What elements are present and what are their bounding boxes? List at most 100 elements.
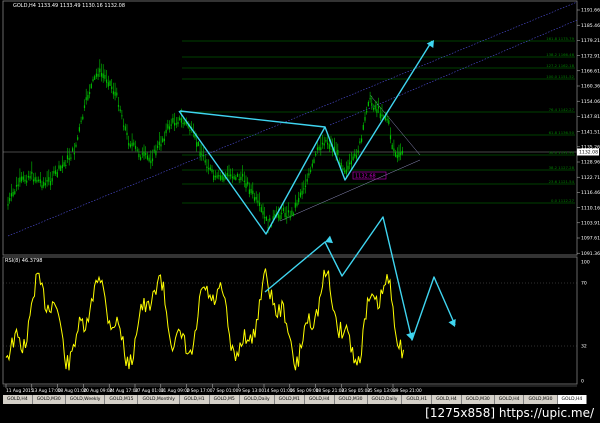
- price-candle-body: [87, 94, 89, 100]
- price-candle-body: [401, 150, 403, 154]
- price-candle-body: [361, 138, 363, 142]
- rsi-axis-label: 0: [581, 379, 584, 385]
- chart-tabs-bar: GOLD,H4 GOLD,M30 GOLD,Weekly GOLD,M15 GOLD,M…: [3, 395, 588, 404]
- chart-tab[interactable]: GOLD,H4: [304, 395, 335, 404]
- price-candle-body: [281, 213, 283, 215]
- chart-tab[interactable]: GOLD,M1: [274, 395, 305, 404]
- fibonacci-level-label: 100.0 1151.52: [546, 74, 574, 79]
- price-candle-body: [65, 164, 67, 166]
- price-candle-body: [123, 125, 125, 127]
- price-candle-body: [396, 155, 398, 159]
- price-candle-body: [303, 188, 305, 190]
- chart-tab[interactable]: GOLD,H4: [3, 395, 33, 404]
- price-candle-body: [106, 79, 108, 83]
- chart-tab[interactable]: GOLD,M30: [524, 395, 558, 404]
- price-candle-body: [53, 171, 55, 174]
- chart-tab[interactable]: GOLD,H1: [179, 395, 210, 404]
- price-candle-body: [104, 74, 106, 79]
- price-candle-body: [32, 179, 35, 182]
- chart-tab[interactable]: GOLD,Monthly: [138, 395, 180, 404]
- price-axis-label: 1116.46: [581, 190, 600, 196]
- price-candle-body: [124, 126, 126, 131]
- chart-tab[interactable]: GOLD,H1: [402, 395, 433, 404]
- time-axis-label: 16 Sep 09:00: [290, 388, 319, 394]
- rsi-axis-label: 70: [581, 281, 587, 287]
- current-price-label: 1132.08: [579, 150, 598, 156]
- price-axis-label: 1172.91: [581, 53, 600, 59]
- chart-tab[interactable]: GOLD,M30: [334, 395, 368, 404]
- price-candle-body: [92, 79, 94, 82]
- price-candle-body: [126, 132, 128, 135]
- price-candle-body: [277, 214, 279, 218]
- chart-tab[interactable]: GOLD,M30: [32, 395, 66, 404]
- price-candle-body: [114, 91, 116, 96]
- price-candle-body: [177, 122, 179, 125]
- price-candle-body: [73, 152, 75, 155]
- time-axis-label: 11 Aug 2015: [6, 388, 34, 394]
- chart-tab[interactable]: GOLD,Daily: [239, 395, 275, 404]
- price-candle-body: [320, 147, 322, 151]
- price-candle-body: [199, 152, 201, 157]
- price-candle-body: [253, 197, 256, 201]
- price-candle-body: [247, 181, 249, 185]
- time-axis-label: 7 Sep 01:00: [212, 388, 238, 394]
- price-candle-body: [213, 175, 215, 181]
- rsi-line: [5, 268, 404, 371]
- price-candle-body: [315, 153, 317, 156]
- price-candle-body: [153, 149, 155, 152]
- rsi-axis-label: 100: [581, 260, 590, 266]
- price-candle-body: [287, 210, 290, 213]
- price-candle-body: [371, 103, 373, 106]
- price-candle-body: [56, 172, 58, 178]
- chart-tab[interactable]: GOLD,M30: [461, 395, 495, 404]
- price-candle-body: [46, 180, 48, 182]
- price-candle-body: [235, 177, 237, 180]
- time-axis-label: 14 Sep 01:00: [264, 388, 293, 394]
- price-candle-body: [10, 193, 12, 197]
- time-axis-label: 23 Sep 05:00: [341, 388, 370, 394]
- price-candle-body: [82, 116, 84, 120]
- price-candle-body: [386, 118, 388, 121]
- price-candle-body: [357, 150, 359, 153]
- price-candle-body: [31, 171, 33, 174]
- price-candle-body: [228, 174, 230, 177]
- chart-canvas[interactable]: 1191.66 1185.46 1179.21 1172.91 1166.61 1160.…: [0, 0, 600, 423]
- chart-tab[interactable]: GOLD,H4: [432, 395, 462, 404]
- price-axis-label: 1185.46: [581, 23, 600, 29]
- price-axis-label: 1122.71: [581, 175, 600, 181]
- price-candle-body: [350, 160, 352, 165]
- price-candle-body: [400, 152, 402, 156]
- price-axis-label: 1091.36: [581, 251, 600, 257]
- chart-tab[interactable]: GOLD,H4: [494, 395, 525, 404]
- price-candle-body: [366, 110, 368, 113]
- chart-tab[interactable]: GOLD,M15: [105, 395, 139, 404]
- price-candle-body: [255, 197, 257, 200]
- chart-tab[interactable]: GOLD,M5: [209, 395, 240, 404]
- price-candle-body: [223, 176, 225, 181]
- price-candle-body: [111, 86, 113, 90]
- price-candle-body: [196, 142, 198, 147]
- price-candle-body: [304, 185, 307, 188]
- price-candle-body: [172, 117, 174, 123]
- price-candle-body: [146, 155, 148, 160]
- chart-tab[interactable]: GOLD,Daily: [367, 395, 403, 404]
- chart-tab[interactable]: GOLD,Weekly: [65, 395, 106, 404]
- price-candle-body: [379, 113, 381, 119]
- fibonacci-level-label: 61.8 1136.50: [549, 130, 575, 135]
- price-candle-body: [299, 192, 301, 197]
- price-candle-body: [231, 176, 233, 179]
- price-candle-body: [15, 185, 18, 187]
- price-candle-body: [116, 92, 118, 96]
- price-candle-body: [381, 114, 383, 117]
- price-candle-body: [163, 138, 165, 142]
- price-candle-body: [219, 175, 222, 180]
- price-candle-body: [296, 203, 298, 206]
- price-candle-body: [378, 106, 380, 109]
- price-candle-body: [376, 109, 378, 113]
- price-candle-body: [316, 147, 318, 150]
- price-candle-body: [393, 148, 395, 152]
- price-candle-body: [182, 122, 184, 125]
- chart-tab[interactable]: GOLD,H4: [557, 395, 588, 404]
- rsi-axis-label: 32: [581, 344, 587, 350]
- price-candle-body: [286, 216, 288, 219]
